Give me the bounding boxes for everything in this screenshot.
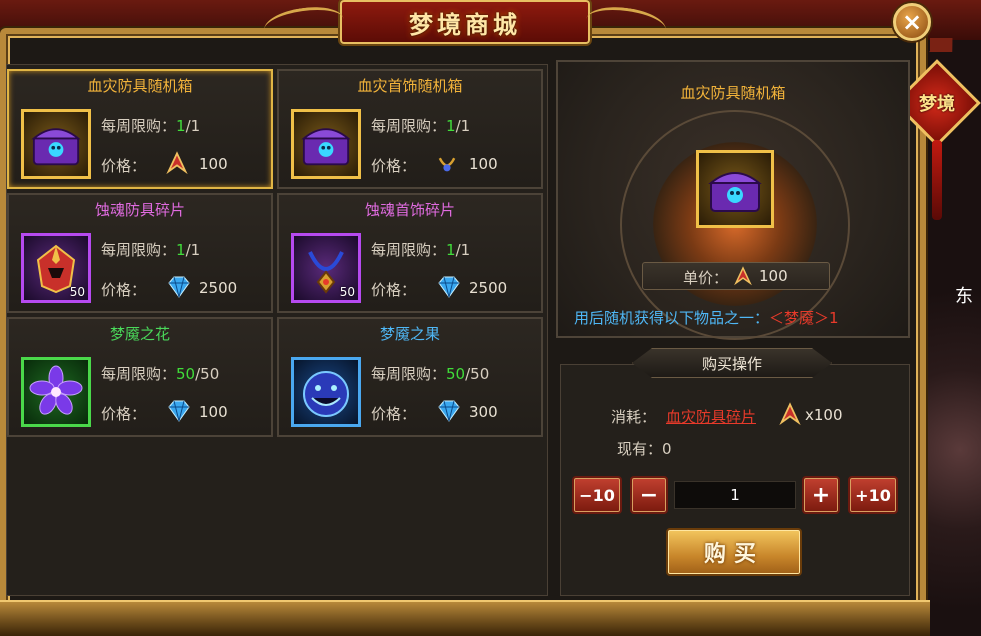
quantity-input[interactable] [674, 481, 796, 509]
weekly-limit-current: 50 [176, 365, 196, 383]
price-value: 300 [469, 403, 498, 421]
blood-shard-icon [733, 266, 753, 286]
weekly-limit-current: 1 [176, 241, 186, 259]
unit-price-bar: 单价： 100 [642, 262, 830, 290]
helmet-shard-icon: 50 [21, 233, 91, 303]
price-label: 价格： [371, 405, 417, 423]
title-plate: 梦境商城 [340, 0, 590, 44]
item-name: 梦魇之果 [379, 325, 440, 343]
price-label: 价格： [371, 157, 417, 175]
detail-description: 用后随机获得以下物品之一：＜梦魇＞1 [574, 307, 839, 328]
reward-link[interactable]: ＜梦魇＞1 [769, 309, 839, 327]
item-card[interactable]: 血灾首饰随机箱 每周限购：1/1 价格： 100 [277, 69, 543, 189]
price-label: 价格： [101, 405, 147, 423]
item-count: 50 [339, 285, 355, 299]
item-card[interactable]: 梦魇之果每周限购：50/50 价格： 300 [277, 317, 543, 437]
buy-button[interactable]: 购买 [666, 528, 802, 576]
fruit-icon [291, 357, 361, 427]
weekly-limit: 每周限购：50/50 [101, 363, 219, 384]
purple-chest-icon [21, 109, 91, 179]
diamond-icon [165, 399, 190, 423]
unit-price-value: 100 [759, 267, 788, 285]
blood-shard-icon [165, 151, 189, 175]
blood-shard-icon [778, 402, 802, 426]
price-label: 价格： [371, 281, 417, 299]
item-card[interactable]: 蚀魂防具碎片 50 每周限购：1/1 价格： 2500 [7, 193, 273, 313]
weekly-limit-label: 每周限购： [101, 241, 177, 259]
weekly-limit-label: 每周限购： [371, 117, 447, 135]
price-label: 价格： [101, 281, 147, 299]
weekly-limit: 每周限购：50/50 [371, 363, 489, 384]
weekly-limit: 每周限购：1/1 [371, 239, 470, 260]
description-text: 用后随机获得以下物品之一： [574, 309, 770, 327]
weekly-limit-label: 每周限购： [371, 241, 447, 259]
tassel-decoration [932, 140, 942, 220]
detail-item-name: 血灾防具随机箱 [680, 84, 786, 102]
item-name: 蚀魂首饰碎片 [364, 201, 455, 219]
necklace-shard-icon: 50 [291, 233, 361, 303]
weekly-limit: 每周限购：1/1 [101, 115, 200, 136]
weekly-limit-label: 每周限购： [101, 117, 177, 135]
item-detail-panel: 血灾防具随机箱 单价： 100 用后随机获得以下物品之一：＜梦魇＞1 [556, 60, 910, 340]
plus-10-button[interactable]: +10 [848, 476, 898, 514]
item-name: 血灾防具随机箱 [87, 77, 193, 95]
close-button[interactable]: × [893, 3, 931, 41]
weekly-limit-current: 1 [446, 241, 456, 259]
weekly-limit-total: /50 [195, 365, 220, 383]
weekly-limit-total: /50 [465, 365, 490, 383]
side-tab-label: 梦境 [919, 94, 955, 115]
minus-10-button[interactable]: −10 [572, 476, 622, 514]
cost-item-link[interactable]: 血灾防具碎片 [666, 406, 756, 427]
item-name: 蚀魂防具碎片 [94, 201, 185, 219]
weekly-limit-total: /1 [455, 117, 471, 135]
minus-button[interactable]: − [630, 476, 668, 514]
price-label: 价格： [101, 157, 147, 175]
item-list-panel: 血灾防具随机箱 每周限购：1/1 价格： 100 血灾首饰随机箱 每周限购：1/1 价格： 1… [6, 64, 548, 596]
unit-price-label: 单价： [683, 269, 729, 287]
diamond-icon [435, 399, 460, 423]
flower-icon [21, 357, 91, 427]
item-name: 梦魇之花 [109, 325, 170, 343]
price-value: 100 [469, 155, 498, 173]
item-card[interactable]: 梦魇之花每周限购：50/50 价格： 100 [7, 317, 273, 437]
price-value: 2500 [199, 279, 238, 297]
plus-button[interactable]: + [802, 476, 840, 514]
diamond-icon [435, 275, 460, 299]
weekly-limit-label: 每周限购： [101, 365, 177, 383]
owned-count: 现有：0 [617, 440, 672, 458]
weekly-limit-label: 每周限购： [371, 365, 447, 383]
cost-quantity: x100 [805, 406, 843, 424]
price-value: 100 [199, 155, 228, 173]
item-count: 50 [69, 285, 85, 299]
purple-chest-icon [291, 109, 361, 179]
weekly-limit-total: /1 [185, 241, 201, 259]
weekly-limit-total: /1 [185, 117, 201, 135]
cost-label: 消耗： [611, 408, 657, 426]
diamond-icon [165, 275, 190, 299]
weekly-limit: 每周限购：1/1 [371, 115, 470, 136]
weekly-limit: 每周限购：1/1 [101, 239, 200, 260]
weekly-limit-current: 1 [446, 117, 456, 135]
weekly-limit-current: 1 [176, 117, 186, 135]
weekly-limit-current: 50 [446, 365, 466, 383]
purchase-title-plate: 购买操作 [632, 348, 832, 378]
item-card[interactable]: 蚀魂首饰碎片 50 每周限购：1/1 价格： 2500 [277, 193, 543, 313]
weekly-limit-total: /1 [455, 241, 471, 259]
window-title: 梦境商城 [409, 9, 521, 39]
price-value: 2500 [469, 279, 508, 297]
item-card[interactable]: 血灾防具随机箱 每周限购：1/1 价格： 100 [7, 69, 273, 189]
price-value: 100 [199, 403, 228, 421]
item-name: 血灾首饰随机箱 [357, 77, 463, 95]
purchase-title: 购买操作 [701, 354, 762, 373]
jewel-shard-icon [435, 151, 459, 175]
purple-chest-icon [696, 150, 774, 228]
side-text: 东 [955, 286, 973, 307]
window-bottom-border [0, 600, 930, 636]
